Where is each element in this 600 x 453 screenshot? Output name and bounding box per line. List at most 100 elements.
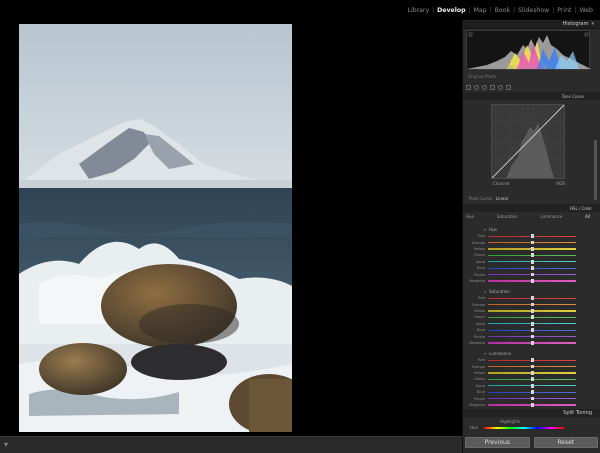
slider-track[interactable] [488,302,576,307]
slider-track[interactable] [488,358,576,363]
slider-thumb[interactable] [531,234,534,239]
slider-track[interactable] [488,377,576,382]
spot-removal-icon[interactable] [474,84,479,90]
slider-track[interactable] [488,234,576,239]
collapse-triangle-icon[interactable]: ▾ [591,21,594,27]
graduated-filter-icon[interactable] [490,84,495,90]
hsl-title: HSL / Color [569,205,592,211]
slider-thumb[interactable] [531,371,534,375]
split-toning-header[interactable]: Split Toning [463,409,600,417]
slider-track[interactable] [488,266,576,271]
slider-thumb[interactable] [531,315,534,320]
crop-tool-icon[interactable] [466,84,471,90]
adjustment-brush-icon[interactable] [506,84,511,90]
disclosure-triangle-icon[interactable]: ▾ [484,227,486,232]
slider-thumb[interactable] [531,403,534,407]
slider-thumb[interactable] [531,364,534,369]
slider-thumb[interactable] [531,309,534,313]
module-slideshow[interactable]: Slideshow [515,7,552,14]
group-title-label: Hue [489,227,498,232]
tone-curve-graph[interactable] [491,104,565,179]
slider-thumb[interactable] [531,328,534,333]
slider-thumb[interactable] [531,302,534,307]
slider-track[interactable] [488,396,576,401]
slider-track[interactable] [488,309,576,313]
slider-track[interactable] [488,247,576,251]
red-eye-icon[interactable] [482,84,487,90]
slider-thumb[interactable] [531,358,534,363]
slider-thumb[interactable] [531,341,534,345]
slider-thumb[interactable] [531,321,534,326]
slider-track[interactable] [488,321,576,326]
hsl-header[interactable]: HSL / Color [463,204,600,212]
slider-track[interactable] [488,315,576,320]
slider-track[interactable] [488,259,576,264]
slider-track[interactable] [488,371,576,375]
slider-track[interactable] [488,364,576,369]
panel-scrollbar[interactable] [594,140,597,200]
disclosure-triangle-icon[interactable]: ▾ [484,289,486,294]
slider-thumb[interactable] [531,259,534,264]
hsl-tab-luminance[interactable]: Luminance [540,214,562,219]
histogram-header[interactable]: Histogram ▾ [463,20,600,29]
hue-slider[interactable] [484,427,565,429]
tone-curve-svg [491,104,565,179]
module-develop[interactable]: Develop [434,7,468,14]
slider-track[interactable] [488,403,576,407]
split-hue-row: Hue [470,425,565,430]
reset-button[interactable]: Reset [533,437,598,448]
slider-label: Yellow [473,246,485,251]
slider-thumb[interactable] [531,296,534,301]
module-book[interactable]: Book [492,7,513,14]
slider-label: Orange [471,240,485,245]
hsl-tab-saturation[interactable]: Saturation [497,214,518,219]
group-title[interactable]: ▾ Hue [466,226,590,233]
slider-track[interactable] [488,279,576,283]
photo-preview[interactable] [19,24,292,432]
slider-thumb[interactable] [531,383,534,388]
slider-track[interactable] [488,390,576,395]
slider-thumb[interactable] [531,390,534,395]
slider-track[interactable] [488,334,576,339]
module-library[interactable]: Library [405,7,433,14]
slider-thumb[interactable] [531,279,534,283]
radial-filter-icon[interactable] [498,84,503,90]
module-print[interactable]: Print [554,7,574,14]
channel-value[interactable]: RGB [556,181,565,186]
slider-row-magenta: Magenta [466,402,590,408]
hsl-tab-hue[interactable]: Hue [466,214,474,219]
slider-label: Magenta [469,402,485,407]
hsl-group-saturation: ▾ Saturation Red Orange Yellow Green Aqua Blue P… [466,288,590,346]
slider-thumb[interactable] [531,253,534,258]
disclosure-triangle-icon[interactable]: ▾ [484,351,486,356]
slider-thumb[interactable] [531,396,534,401]
slider-thumb[interactable] [531,240,534,245]
module-map[interactable]: Map [471,7,490,14]
group-title[interactable]: ▾ Luminance [466,350,590,357]
slider-thumb[interactable] [531,266,534,271]
slider-thumb[interactable] [531,272,534,277]
slider-label: Aqua [475,259,485,264]
tone-curve-header[interactable]: Tone Curve [463,92,600,100]
module-web[interactable]: Web [577,7,597,14]
tone-curve-title: Tone Curve [561,93,584,99]
slider-track[interactable] [488,253,576,258]
slider-track[interactable] [488,341,576,345]
group-title-label: Luminance [489,351,511,356]
slider-track[interactable] [488,328,576,333]
slider-track[interactable] [488,383,576,388]
slider-track[interactable] [488,296,576,301]
slider-thumb[interactable] [531,377,534,382]
slider-track[interactable] [488,240,576,245]
previous-button[interactable]: Previous [465,437,530,448]
toolbar-toggle-icon[interactable]: ▾ [4,440,8,449]
slider-track[interactable] [488,272,576,277]
group-title[interactable]: ▾ Saturation [466,288,590,295]
slider-label: Red [478,296,485,301]
point-curve-value[interactable]: Linear [496,196,508,201]
slider-label: Green [474,315,485,320]
landscape-photo [19,24,292,432]
slider-thumb[interactable] [531,247,534,251]
hsl-tab-all[interactable]: All [585,214,590,219]
slider-thumb[interactable] [531,334,534,339]
